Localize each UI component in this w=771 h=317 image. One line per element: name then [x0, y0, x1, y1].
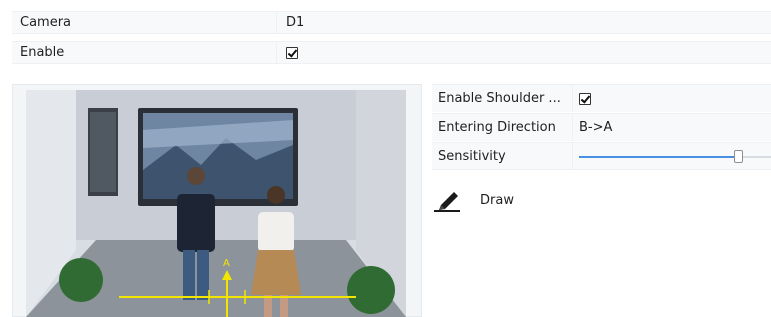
marker-a: A	[223, 258, 230, 269]
sensitivity-fill	[579, 156, 739, 158]
sensitivity-row: Sensitivity	[432, 142, 771, 170]
enable-label: Enable	[20, 45, 65, 60]
draw-label: Draw	[480, 192, 514, 208]
sensitivity-slider[interactable]	[579, 150, 771, 163]
pencil-icon	[434, 192, 460, 212]
shoulder-row: Enable Shoulder ...	[432, 84, 771, 112]
enable-row: Enable	[12, 41, 771, 64]
shoulder-checkbox[interactable]	[579, 92, 591, 105]
direction-select[interactable]: B->A	[572, 114, 771, 141]
camera-select[interactable]: D1	[276, 12, 771, 33]
enable-cell	[276, 42, 771, 63]
direction-value: B->A	[579, 120, 613, 135]
enable-checkbox[interactable]	[286, 46, 298, 59]
shoulder-cell	[572, 85, 771, 112]
shoulder-label: Enable Shoulder ...	[438, 91, 561, 106]
camera-label: Camera	[20, 15, 72, 30]
draw-button[interactable]: Draw	[432, 188, 514, 212]
sensitivity-handle[interactable]	[734, 150, 744, 163]
direction-label: Entering Direction	[438, 120, 556, 135]
arrow-head-icon	[222, 270, 232, 280]
camera-value: D1	[286, 15, 305, 30]
sensitivity-label: Sensitivity	[438, 148, 506, 164]
camera-row: Camera D1	[12, 11, 771, 34]
direction-row: Entering Direction B->A	[432, 113, 771, 141]
camera-preview[interactable]: A	[26, 90, 406, 317]
sensitivity-cell	[572, 143, 771, 169]
